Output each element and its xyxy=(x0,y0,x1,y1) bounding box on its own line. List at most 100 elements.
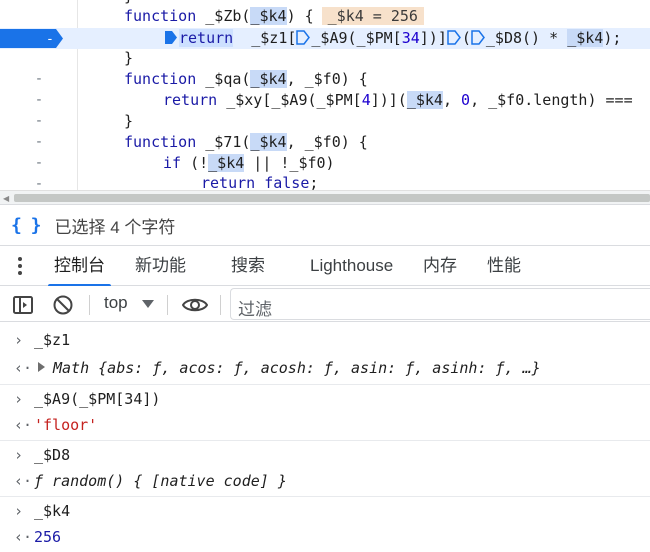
code-token: ); xyxy=(603,29,622,47)
current-execution-line[interactable]: - return _$z1[_$A9(_$PM[34])] (_$D8() * _… xyxy=(0,28,650,49)
code-text: if (!_$k4 || !_$f0) xyxy=(163,154,335,172)
selected-token: _$k4 xyxy=(406,91,443,109)
clear-console-icon[interactable] xyxy=(52,294,74,316)
keyword: return xyxy=(201,174,256,190)
tab-whats-new[interactable]: 新功能 xyxy=(135,246,186,286)
code-text: } xyxy=(124,49,134,67)
console-input-row[interactable]: › _$z1 xyxy=(0,326,650,354)
console-input-text: _$z1 xyxy=(34,331,71,349)
output-return-icon: ‹· xyxy=(14,528,33,546)
code-line[interactable]: - return false; xyxy=(0,173,650,190)
tab-console[interactable]: 控制台 xyxy=(48,246,111,287)
console-output-text[interactable]: ƒ random() { [native code] } xyxy=(34,467,287,495)
code-text: } xyxy=(124,112,134,130)
code-editor[interactable]: } - function _$Zb(_$k4) {_$k4 = 256 - re… xyxy=(0,0,650,190)
keyword: false xyxy=(264,174,310,190)
filter-placeholder: 过滤 xyxy=(238,300,272,319)
tab-performance[interactable]: 性能 xyxy=(487,246,521,286)
horizontal-scrollbar[interactable]: ◀ xyxy=(0,190,650,204)
keyword: function xyxy=(124,70,197,88)
scroll-left-icon[interactable]: ◀ xyxy=(3,194,9,203)
code-line[interactable]: - } xyxy=(0,48,650,87)
scrollbar-thumb[interactable] xyxy=(14,194,650,202)
console-input-row[interactable]: › _$k4 xyxy=(0,496,650,524)
keyword: if xyxy=(163,154,182,172)
code-text: function _$71(_$k4, _$f0) { xyxy=(124,133,368,151)
code-token: ) { xyxy=(286,7,314,25)
code-token: _$A9(_$PM[ xyxy=(311,29,402,47)
context-selector[interactable]: top xyxy=(104,293,128,313)
inline-breakpoint-icon[interactable] xyxy=(471,30,485,45)
code-text: function _$Zb(_$k4) { _$k4 = 256 xyxy=(124,6,424,27)
code-token: _$Zb( xyxy=(196,7,251,25)
editor-status-bar: { } 已选择 4 个字符 xyxy=(0,204,650,246)
filter-input[interactable]: 过滤 xyxy=(230,288,650,320)
code-line[interactable]: - function _$71(_$k4, _$f0) { xyxy=(0,132,650,171)
console-output-text: 'floor' xyxy=(34,416,98,434)
console-input-row[interactable]: › _$D8 xyxy=(0,440,650,468)
code-token: ( xyxy=(461,29,471,47)
keyword: return xyxy=(179,29,234,47)
braces-icon[interactable]: { } xyxy=(11,215,41,236)
toolbar-divider xyxy=(220,295,221,315)
code-line[interactable]: - function _$qa(_$k4, _$f0) { xyxy=(0,69,650,108)
input-prompt-icon: › xyxy=(14,331,24,349)
code-token: _$z1[ xyxy=(251,29,297,47)
toolbar-divider xyxy=(167,295,168,315)
console-input-text: _$k4 xyxy=(34,502,71,520)
console-messages[interactable]: › _$z1 ‹· Math {abs: ƒ, acos: ƒ, acosh: … xyxy=(0,323,650,552)
console-output-row[interactable]: ‹· Math {abs: ƒ, acos: ƒ, acosh: ƒ, asin… xyxy=(0,354,650,382)
inline-breakpoint-icon[interactable] xyxy=(447,30,461,45)
toolbar-divider xyxy=(89,295,90,315)
number-literal: 0 xyxy=(461,91,471,109)
code-line[interactable]: - function _$Zb(_$k4) {_$k4 = 256 xyxy=(0,6,650,45)
keyword: return xyxy=(163,91,218,109)
output-return-icon: ‹· xyxy=(14,416,33,434)
output-return-icon: ‹· xyxy=(14,359,33,377)
code-text: return _$xy[_$A9(_$PM[4])](_$k4, 0, _$f0… xyxy=(163,91,633,109)
execution-pointer-icon[interactable]: - xyxy=(0,28,64,49)
tab-lighthouse[interactable]: Lighthouse xyxy=(310,246,393,286)
step-marker-icon[interactable] xyxy=(164,30,178,45)
console-input-row[interactable]: › _$A9(_$PM[34]) xyxy=(0,384,650,412)
more-tools-icon[interactable] xyxy=(17,255,23,277)
keyword: function xyxy=(124,133,197,151)
live-expression-eye-icon[interactable] xyxy=(182,294,208,316)
console-output-text: 256 xyxy=(34,528,62,546)
code-line[interactable]: - if (!_$k4 || !_$f0) xyxy=(0,153,650,190)
selection-status: 已选择 4 个字符 xyxy=(54,217,176,237)
console-output-text[interactable]: Math {abs: ƒ, acos: ƒ, acosh: ƒ, asin: ƒ… xyxy=(53,359,541,377)
chevron-down-icon[interactable] xyxy=(142,300,154,308)
code-token: _$D8() * xyxy=(485,29,568,47)
console-output-row[interactable]: ‹· ƒ random() { [native code] } xyxy=(0,467,650,495)
tab-search[interactable]: 搜索 xyxy=(231,246,265,286)
selected-token: _$k4 xyxy=(208,154,245,172)
output-return-icon: ‹· xyxy=(14,472,33,490)
keyword: function xyxy=(124,7,197,25)
number-literal: 34 xyxy=(401,29,420,47)
selected-token: _$k4 xyxy=(567,29,604,47)
svg-text:-: - xyxy=(46,32,54,47)
code-text: function _$qa(_$k4, _$f0) { xyxy=(124,70,368,88)
expand-triangle-icon[interactable] xyxy=(38,362,45,372)
selected-token: _$k4 xyxy=(250,70,287,88)
console-input-text: _$D8 xyxy=(34,446,71,464)
number-literal: 4 xyxy=(361,91,371,109)
code-line[interactable]: - } xyxy=(0,111,650,150)
selected-token: _$k4 xyxy=(250,7,287,25)
inline-value: _$k4 = 256 xyxy=(321,7,424,25)
console-output-row[interactable]: ‹· 'floor' xyxy=(0,411,650,439)
tab-memory[interactable]: 内存 xyxy=(423,246,457,286)
input-prompt-icon: › xyxy=(14,502,24,520)
selected-token: _$k4 xyxy=(250,133,287,151)
sidebar-toggle-icon[interactable] xyxy=(12,294,34,316)
drawer-tab-bar: 控制台 新功能 搜索 Lighthouse 内存 性能 xyxy=(0,246,650,287)
console-output-row[interactable]: ‹· 256 xyxy=(0,523,650,551)
input-prompt-icon: › xyxy=(14,446,24,464)
output-container: Math {abs: ƒ, acos: ƒ, acosh: ƒ, asin: ƒ… xyxy=(34,354,541,382)
code-text: return _$z1[_$A9(_$PM[34])] (_$D8() * _$k… xyxy=(164,28,621,49)
input-prompt-icon: › xyxy=(14,390,24,408)
console-input-text: _$A9(_$PM[34]) xyxy=(34,390,161,408)
inline-breakpoint-icon[interactable] xyxy=(296,30,311,45)
code-line[interactable]: - return _$xy[_$A9(_$PM[4])](_$k4, 0, _$… xyxy=(0,90,650,129)
